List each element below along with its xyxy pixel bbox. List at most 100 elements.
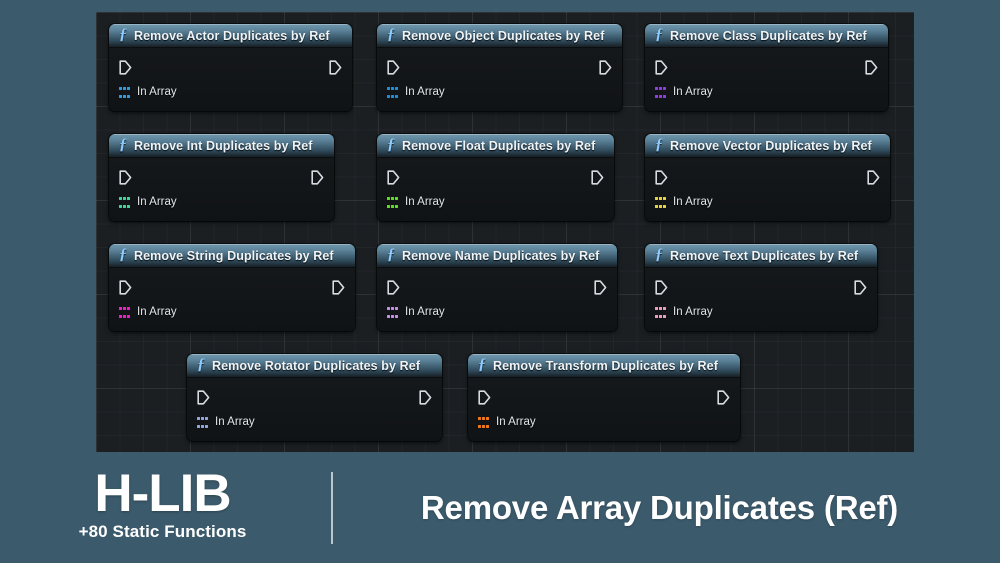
pin-label: In Array bbox=[137, 306, 177, 318]
blueprint-node[interactable]: ƒ Remove Text Duplicates by Ref In Array bbox=[645, 244, 877, 331]
in-array-pin-row[interactable]: In Array bbox=[478, 416, 536, 428]
array-pin-icon[interactable] bbox=[387, 306, 398, 318]
in-array-pin-row[interactable]: In Array bbox=[655, 306, 713, 318]
blueprint-node[interactable]: ƒ Remove Float Duplicates by Ref In Array bbox=[377, 134, 614, 221]
array-pin-icon[interactable] bbox=[655, 196, 666, 208]
node-header[interactable]: ƒ Remove Float Duplicates by Ref bbox=[377, 134, 614, 158]
exec-output-pin[interactable] bbox=[329, 60, 342, 75]
exec-output-pin[interactable] bbox=[594, 280, 607, 295]
node-header[interactable]: ƒ Remove String Duplicates by Ref bbox=[109, 244, 355, 268]
node-body: In Array bbox=[645, 48, 888, 111]
exec-output-pin[interactable] bbox=[419, 390, 432, 405]
array-pin-icon[interactable] bbox=[119, 196, 130, 208]
in-array-pin-row[interactable]: In Array bbox=[119, 86, 177, 98]
array-pin-icon[interactable] bbox=[119, 86, 130, 98]
node-header[interactable]: ƒ Remove Name Duplicates by Ref bbox=[377, 244, 617, 268]
blueprint-node[interactable]: ƒ Remove Object Duplicates by Ref In Array bbox=[377, 24, 622, 111]
function-icon: ƒ bbox=[387, 246, 395, 263]
blueprint-node[interactable]: ƒ Remove Transform Duplicates by Ref In Ar… bbox=[468, 354, 740, 441]
brand-subtitle: +80 Static Functions bbox=[78, 521, 247, 541]
in-array-pin-row[interactable]: In Array bbox=[387, 306, 445, 318]
in-array-pin-row[interactable]: In Array bbox=[655, 196, 713, 208]
pin-label: In Array bbox=[673, 86, 713, 98]
exec-input-pin[interactable] bbox=[119, 60, 132, 75]
node-title: Remove Name Duplicates by Ref bbox=[402, 248, 600, 263]
blueprint-node[interactable]: ƒ Remove Class Duplicates by Ref In Array bbox=[645, 24, 888, 111]
exec-input-pin[interactable] bbox=[478, 390, 491, 405]
node-title: Remove Transform Duplicates by Ref bbox=[493, 358, 718, 373]
function-icon: ƒ bbox=[119, 246, 127, 263]
node-body: In Array bbox=[377, 158, 614, 221]
array-pin-icon[interactable] bbox=[387, 86, 398, 98]
in-array-pin-row[interactable]: In Array bbox=[197, 416, 255, 428]
exec-input-pin[interactable] bbox=[197, 390, 210, 405]
exec-input-pin[interactable] bbox=[655, 170, 668, 185]
exec-input-pin[interactable] bbox=[119, 280, 132, 295]
vertical-divider bbox=[331, 471, 333, 544]
node-header[interactable]: ƒ Remove Int Duplicates by Ref bbox=[109, 134, 334, 158]
blueprint-node[interactable]: ƒ Remove Actor Duplicates by Ref In Array bbox=[109, 24, 352, 111]
exec-input-pin[interactable] bbox=[655, 60, 668, 75]
node-title: Remove Class Duplicates by Ref bbox=[670, 28, 867, 43]
node-body: In Array bbox=[468, 378, 740, 441]
exec-input-pin[interactable] bbox=[119, 170, 132, 185]
exec-output-pin[interactable] bbox=[854, 280, 867, 295]
exec-input-pin[interactable] bbox=[387, 60, 400, 75]
blueprint-node[interactable]: ƒ Remove Int Duplicates by Ref In Array bbox=[109, 134, 334, 221]
node-header[interactable]: ƒ Remove Text Duplicates by Ref bbox=[645, 244, 877, 268]
node-header[interactable]: ƒ Remove Rotator Duplicates by Ref bbox=[187, 354, 442, 378]
node-header[interactable]: ƒ Remove Vector Duplicates by Ref bbox=[645, 134, 890, 158]
array-pin-icon[interactable] bbox=[197, 416, 208, 428]
in-array-pin-row[interactable]: In Array bbox=[119, 306, 177, 318]
blueprint-canvas[interactable]: ƒ Remove Actor Duplicates by Ref In Array ƒ… bbox=[96, 12, 914, 452]
pin-label: In Array bbox=[405, 86, 445, 98]
in-array-pin-row[interactable]: In Array bbox=[119, 196, 177, 208]
pin-label: In Array bbox=[673, 306, 713, 318]
array-pin-icon[interactable] bbox=[119, 306, 130, 318]
pin-label: In Array bbox=[405, 196, 445, 208]
exec-output-pin[interactable] bbox=[717, 390, 730, 405]
exec-input-pin[interactable] bbox=[387, 170, 400, 185]
exec-output-pin[interactable] bbox=[332, 280, 345, 295]
node-body: In Array bbox=[377, 48, 622, 111]
node-title: Remove Int Duplicates by Ref bbox=[134, 138, 313, 153]
brand-block: H-LIB +80 Static Functions bbox=[0, 464, 325, 541]
brand-name: H-LIB bbox=[94, 464, 231, 524]
exec-output-pin[interactable] bbox=[867, 170, 880, 185]
exec-input-pin[interactable] bbox=[387, 280, 400, 295]
node-header[interactable]: ƒ Remove Transform Duplicates by Ref bbox=[468, 354, 740, 378]
node-body: In Array bbox=[645, 268, 877, 331]
in-array-pin-row[interactable]: In Array bbox=[387, 86, 445, 98]
node-body: In Array bbox=[109, 48, 352, 111]
exec-output-pin[interactable] bbox=[865, 60, 878, 75]
node-body: In Array bbox=[187, 378, 442, 441]
exec-output-pin[interactable] bbox=[591, 170, 604, 185]
function-icon: ƒ bbox=[387, 26, 395, 43]
exec-input-pin[interactable] bbox=[655, 280, 668, 295]
node-header[interactable]: ƒ Remove Object Duplicates by Ref bbox=[377, 24, 622, 48]
array-pin-icon[interactable] bbox=[655, 306, 666, 318]
node-title: Remove Rotator Duplicates by Ref bbox=[212, 358, 421, 373]
blueprint-node[interactable]: ƒ Remove Rotator Duplicates by Ref In Arra… bbox=[187, 354, 442, 441]
node-title: Remove Vector Duplicates by Ref bbox=[670, 138, 872, 153]
array-pin-icon[interactable] bbox=[655, 86, 666, 98]
node-title: Remove Float Duplicates by Ref bbox=[402, 138, 596, 153]
pin-label: In Array bbox=[496, 416, 536, 428]
exec-output-pin[interactable] bbox=[311, 170, 324, 185]
function-icon: ƒ bbox=[119, 136, 127, 153]
footer-title: Remove Array Duplicates (Ref) bbox=[420, 488, 899, 526]
blueprint-node[interactable]: ƒ Remove Vector Duplicates by Ref In Array bbox=[645, 134, 890, 221]
blueprint-node[interactable]: ƒ Remove Name Duplicates by Ref In Array bbox=[377, 244, 617, 331]
blueprint-node[interactable]: ƒ Remove String Duplicates by Ref In Array bbox=[109, 244, 355, 331]
array-pin-icon[interactable] bbox=[478, 416, 489, 428]
in-array-pin-row[interactable]: In Array bbox=[387, 196, 445, 208]
node-title: Remove String Duplicates by Ref bbox=[134, 248, 334, 263]
function-icon: ƒ bbox=[119, 26, 127, 43]
node-header[interactable]: ƒ Remove Actor Duplicates by Ref bbox=[109, 24, 352, 48]
function-icon: ƒ bbox=[655, 26, 663, 43]
in-array-pin-row[interactable]: In Array bbox=[655, 86, 713, 98]
node-header[interactable]: ƒ Remove Class Duplicates by Ref bbox=[645, 24, 888, 48]
exec-output-pin[interactable] bbox=[599, 60, 612, 75]
node-body: In Array bbox=[645, 158, 890, 221]
array-pin-icon[interactable] bbox=[387, 196, 398, 208]
